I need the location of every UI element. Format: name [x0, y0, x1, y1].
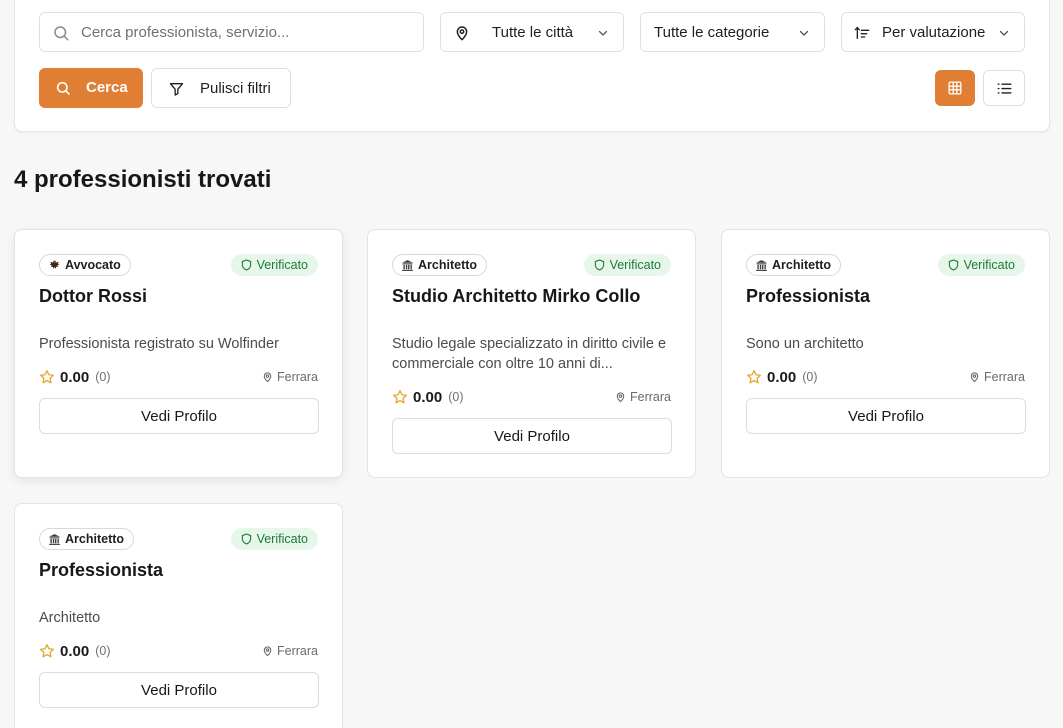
- location: Ferrara: [969, 367, 1025, 387]
- card-title: Dottor Rossi: [39, 286, 147, 306]
- shield-icon: [594, 259, 604, 271]
- verified-label: Verificato: [256, 532, 308, 546]
- map-pin-icon: [456, 26, 468, 41]
- professional-card[interactable]: Architetto Verificato Professionista Arc…: [14, 503, 343, 728]
- chevron-down-icon: [799, 30, 809, 36]
- card-description: Sono un architetto: [746, 336, 864, 352]
- category-badge: Architetto: [746, 254, 842, 276]
- location: Ferrara: [615, 387, 671, 407]
- location-city: Ferrara: [277, 370, 318, 384]
- professional-card[interactable]: Architetto Verificato Professionista Son…: [721, 229, 1050, 478]
- verified-label: Verificato: [609, 258, 661, 272]
- star-icon: [40, 370, 54, 384]
- sort-icon: [854, 26, 870, 39]
- chevron-down-icon: [598, 30, 608, 36]
- review-count: (0): [95, 644, 111, 658]
- verified-badge: Verificato: [230, 254, 318, 276]
- rating: 0.00 (0): [746, 367, 817, 387]
- sort-select-value: Per valutazione: [882, 24, 986, 41]
- verified-badge: Verificato: [583, 254, 671, 276]
- category-label: Architetto: [772, 258, 832, 272]
- search-button[interactable]: Cerca: [39, 68, 143, 108]
- category-badge: Avvocato: [39, 254, 131, 276]
- search-icon: [54, 26, 69, 41]
- verified-label: Verificato: [256, 258, 308, 272]
- search-icon: [56, 81, 70, 95]
- category-select[interactable]: Tutte le categorie: [640, 12, 825, 52]
- card-title: Studio Architetto Mirko Collo: [392, 286, 641, 306]
- card-description: Professionista registrato su Wolfinder: [39, 336, 279, 352]
- card-description: Architetto: [39, 610, 101, 626]
- view-profile-button[interactable]: Vedi Profilo: [39, 672, 319, 708]
- review-count: (0): [448, 390, 464, 404]
- filter-icon: [169, 83, 184, 96]
- star-icon: [40, 644, 54, 658]
- map-pin-icon: [616, 392, 625, 403]
- star-icon: [393, 390, 407, 404]
- category-label: Avvocato: [65, 258, 121, 272]
- rating: 0.00 (0): [392, 387, 463, 407]
- chevron-down-icon: [999, 30, 1009, 36]
- category-label: Architetto: [418, 258, 478, 272]
- category-badge: Architetto: [392, 254, 488, 276]
- city-select[interactable]: Tutte le città: [440, 12, 624, 52]
- location-city: Ferrara: [984, 370, 1025, 384]
- eagle-icon: [49, 260, 60, 269]
- rating-value: 0.00: [60, 368, 90, 386]
- location: Ferrara: [262, 367, 318, 387]
- list-view-button[interactable]: [983, 70, 1025, 106]
- verified-badge: Verificato: [937, 254, 1025, 276]
- classical-building-icon: [402, 259, 413, 271]
- view-profile-button[interactable]: Vedi Profilo: [746, 398, 1026, 434]
- location: Ferrara: [262, 641, 318, 661]
- city-select-value: Tutte le città: [492, 24, 574, 41]
- rating-value: 0.00: [60, 642, 90, 660]
- map-pin-icon: [263, 646, 272, 657]
- location-city: Ferrara: [277, 644, 318, 658]
- map-pin-icon: [970, 372, 979, 383]
- rating: 0.00 (0): [39, 367, 110, 387]
- professional-card[interactable]: Avvocato Verificato Dottor Rossi Profess…: [14, 229, 343, 478]
- grid-view-button[interactable]: [935, 70, 975, 106]
- rating: 0.00 (0): [39, 641, 110, 661]
- map-pin-icon: [263, 372, 272, 383]
- professional-card[interactable]: Architetto Verificato Studio Architetto …: [367, 229, 696, 478]
- card-title: Professionista: [746, 286, 871, 306]
- review-count: (0): [95, 370, 111, 384]
- rating-value: 0.00: [767, 368, 797, 386]
- sort-select[interactable]: Per valutazione: [841, 12, 1025, 52]
- category-select-value: Tutte le categorie: [654, 24, 770, 41]
- location-city: Ferrara: [630, 390, 671, 404]
- verified-label: Verificato: [963, 258, 1015, 272]
- classical-building-icon: [756, 259, 767, 271]
- shield-icon: [241, 533, 251, 545]
- list-icon: [997, 83, 1012, 94]
- shield-icon: [241, 259, 251, 271]
- verified-badge: Verificato: [230, 528, 318, 550]
- category-label: Architetto: [65, 532, 125, 546]
- grid-icon: [948, 81, 962, 95]
- search-input[interactable]: [40, 13, 423, 51]
- search-button-label: Cerca: [86, 79, 128, 96]
- classical-building-icon: [49, 533, 60, 545]
- shield-icon: [948, 259, 958, 271]
- view-profile-button[interactable]: Vedi Profilo: [39, 398, 319, 434]
- view-profile-button[interactable]: Vedi Profilo: [392, 418, 672, 454]
- rating-value: 0.00: [413, 388, 443, 406]
- results-heading: 4 professionisti trovati: [14, 166, 272, 193]
- star-icon: [747, 370, 761, 384]
- clear-filters-label: Pulisci filtri: [200, 80, 271, 97]
- category-badge: Architetto: [39, 528, 135, 550]
- card-title: Professionista: [39, 560, 164, 580]
- clear-filters-button[interactable]: Pulisci filtri: [151, 68, 291, 108]
- search-field[interactable]: [39, 12, 424, 52]
- card-description: Studio legale specializzato in diritto c…: [392, 336, 667, 372]
- review-count: (0): [802, 370, 818, 384]
